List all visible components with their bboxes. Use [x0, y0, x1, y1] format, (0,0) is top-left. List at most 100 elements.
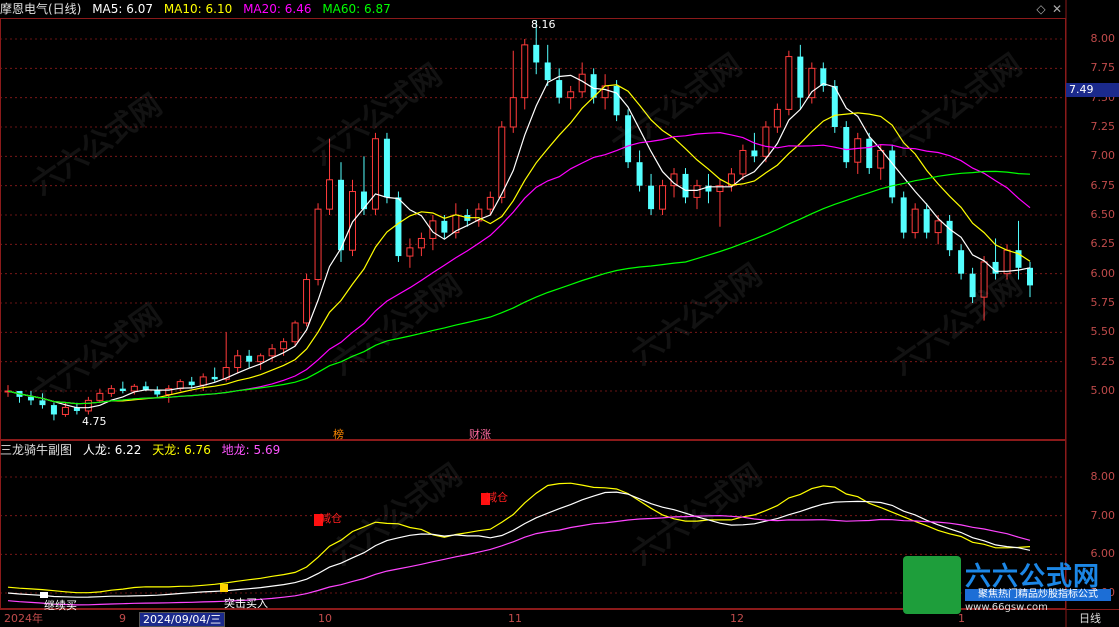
candle-down — [1027, 267, 1033, 286]
candle-up — [314, 208, 322, 281]
candle-up — [268, 348, 276, 357]
candle-up — [96, 392, 104, 401]
candle-down — [383, 138, 390, 198]
sub-chart-title: 三龙骑牛副图 — [0, 443, 73, 457]
candle-up — [280, 341, 288, 350]
candle-up — [406, 247, 414, 257]
renlong-value: 人龙: 6.22 — [82, 443, 142, 457]
kline-chart[interactable] — [0, 0, 1119, 627]
candle-up — [326, 179, 334, 210]
candle-up — [567, 91, 575, 99]
price-axis-label: 5.00 — [1090, 384, 1116, 397]
price-axis-label: 6.00 — [1090, 266, 1116, 280]
brand-url: www.66gsw.com — [965, 602, 1048, 613]
candle-up — [486, 196, 494, 210]
candle-down — [969, 273, 976, 298]
price-axis-label: 5.25 — [1090, 354, 1116, 368]
event-tag-bang[interactable]: 榜 — [333, 426, 344, 442]
ma60-value: MA60: 6.87 — [322, 2, 391, 16]
ma5-value: MA5: 6.07 — [92, 2, 153, 16]
brand-name: 六六公式网 — [965, 562, 1101, 592]
ma20-line — [7, 131, 1031, 405]
candle-up — [130, 385, 138, 392]
candle-up — [762, 126, 770, 157]
main-chart-header: 摩恩电气(日线) MA5: 6.07 MA10: 6.10 MA20: 6.46… — [0, 0, 398, 18]
candle-down — [866, 138, 873, 169]
dilong-line — [7, 514, 1031, 606]
candle-down — [889, 150, 896, 198]
brand-slogan: 聚焦热门精品炒股指标公式 — [965, 589, 1111, 601]
candle-down — [682, 173, 689, 198]
diamond-icon[interactable]: ◇ — [1034, 2, 1048, 16]
candle-down — [50, 405, 57, 415]
candle-up — [84, 399, 92, 412]
candle-up — [693, 185, 701, 198]
candle-down — [441, 220, 448, 233]
candle-up — [808, 67, 816, 99]
close-icon[interactable]: ✕ — [1050, 2, 1064, 16]
x-axis-month-10: 10 — [318, 612, 332, 625]
candle-down — [211, 376, 218, 380]
candle-down — [648, 185, 655, 210]
candle-down — [613, 85, 620, 116]
price-axis-label: 7.75 — [1090, 61, 1116, 75]
ma20-value: MA20: 6.46 — [243, 2, 312, 16]
candle-up — [980, 261, 988, 298]
brand-logo: 六六公式网 聚焦热门精品炒股指标公式 www.66gsw.com — [903, 556, 1111, 614]
x-axis-month-9: 9 — [119, 612, 126, 625]
price-axis-label: 8.00 — [1090, 32, 1116, 45]
candle-up — [107, 388, 115, 394]
signal-jixumai: 继续买 — [44, 599, 77, 612]
stock-title: 摩恩电气(日线) — [0, 2, 82, 16]
candle-up — [303, 279, 311, 324]
candle-down — [797, 56, 804, 98]
candle-up — [371, 138, 379, 210]
candle-down — [188, 381, 195, 386]
price-axis-label: 5.50 — [1090, 325, 1116, 339]
tianlong-value: 天龙: 6.76 — [152, 443, 211, 457]
candle-down — [395, 197, 402, 257]
candle-down — [544, 62, 551, 81]
candle-up — [1003, 249, 1011, 275]
candle-down — [590, 74, 597, 98]
candle-down — [625, 115, 632, 163]
candle-up — [417, 237, 425, 249]
low-price-label: 4.75 — [82, 415, 107, 428]
ma60-line — [7, 170, 1031, 405]
candle-down — [360, 191, 367, 210]
event-tag-caizhang[interactable]: 财涨 — [469, 426, 491, 442]
candle-down — [119, 388, 126, 391]
candle-down — [992, 261, 999, 274]
price-axis-label: 6.75 — [1090, 178, 1116, 192]
price-axis-label: 7.00 — [1090, 149, 1116, 163]
candle-up — [291, 322, 299, 343]
brand-logo-mark — [903, 556, 961, 614]
candle-up — [509, 97, 517, 128]
candle-up — [934, 220, 942, 234]
ma5-line — [7, 74, 1031, 409]
candle-down — [39, 400, 46, 406]
candle-down — [843, 127, 850, 163]
candle-down — [246, 355, 253, 362]
candle-down — [923, 209, 930, 233]
ma10-value: MA10: 6.10 — [163, 2, 233, 16]
candle-down — [900, 197, 907, 233]
period-label[interactable]: 日线 — [1079, 612, 1101, 626]
sub-axis-label: 7.00 — [1090, 508, 1116, 522]
signal-jiancang-2: 减仓 — [486, 491, 508, 504]
x-axis-month-1: 1 — [958, 612, 965, 625]
cursor-date-label: 2024/09/04/三 — [139, 612, 226, 627]
price-axis-label: 6.25 — [1090, 237, 1116, 251]
price-axis-label: 7.25 — [1090, 120, 1116, 133]
candle-up — [521, 44, 529, 99]
sub-chart-header: 三龙骑牛副图 人龙: 6.22 天龙: 6.76 地龙: 5.69 — [0, 441, 287, 459]
current-price-tag: 7.49 — [1066, 83, 1119, 97]
high-price-label: 8.16 — [531, 18, 556, 31]
candle-up — [911, 208, 919, 234]
price-axis-label: 5.75 — [1090, 296, 1116, 309]
tianlong-line — [7, 482, 1031, 594]
price-axis-label: 6.50 — [1090, 208, 1116, 221]
candle-up — [498, 126, 506, 198]
signal-tujimairu: 突击买入 — [224, 597, 268, 610]
candle-up — [659, 185, 667, 210]
